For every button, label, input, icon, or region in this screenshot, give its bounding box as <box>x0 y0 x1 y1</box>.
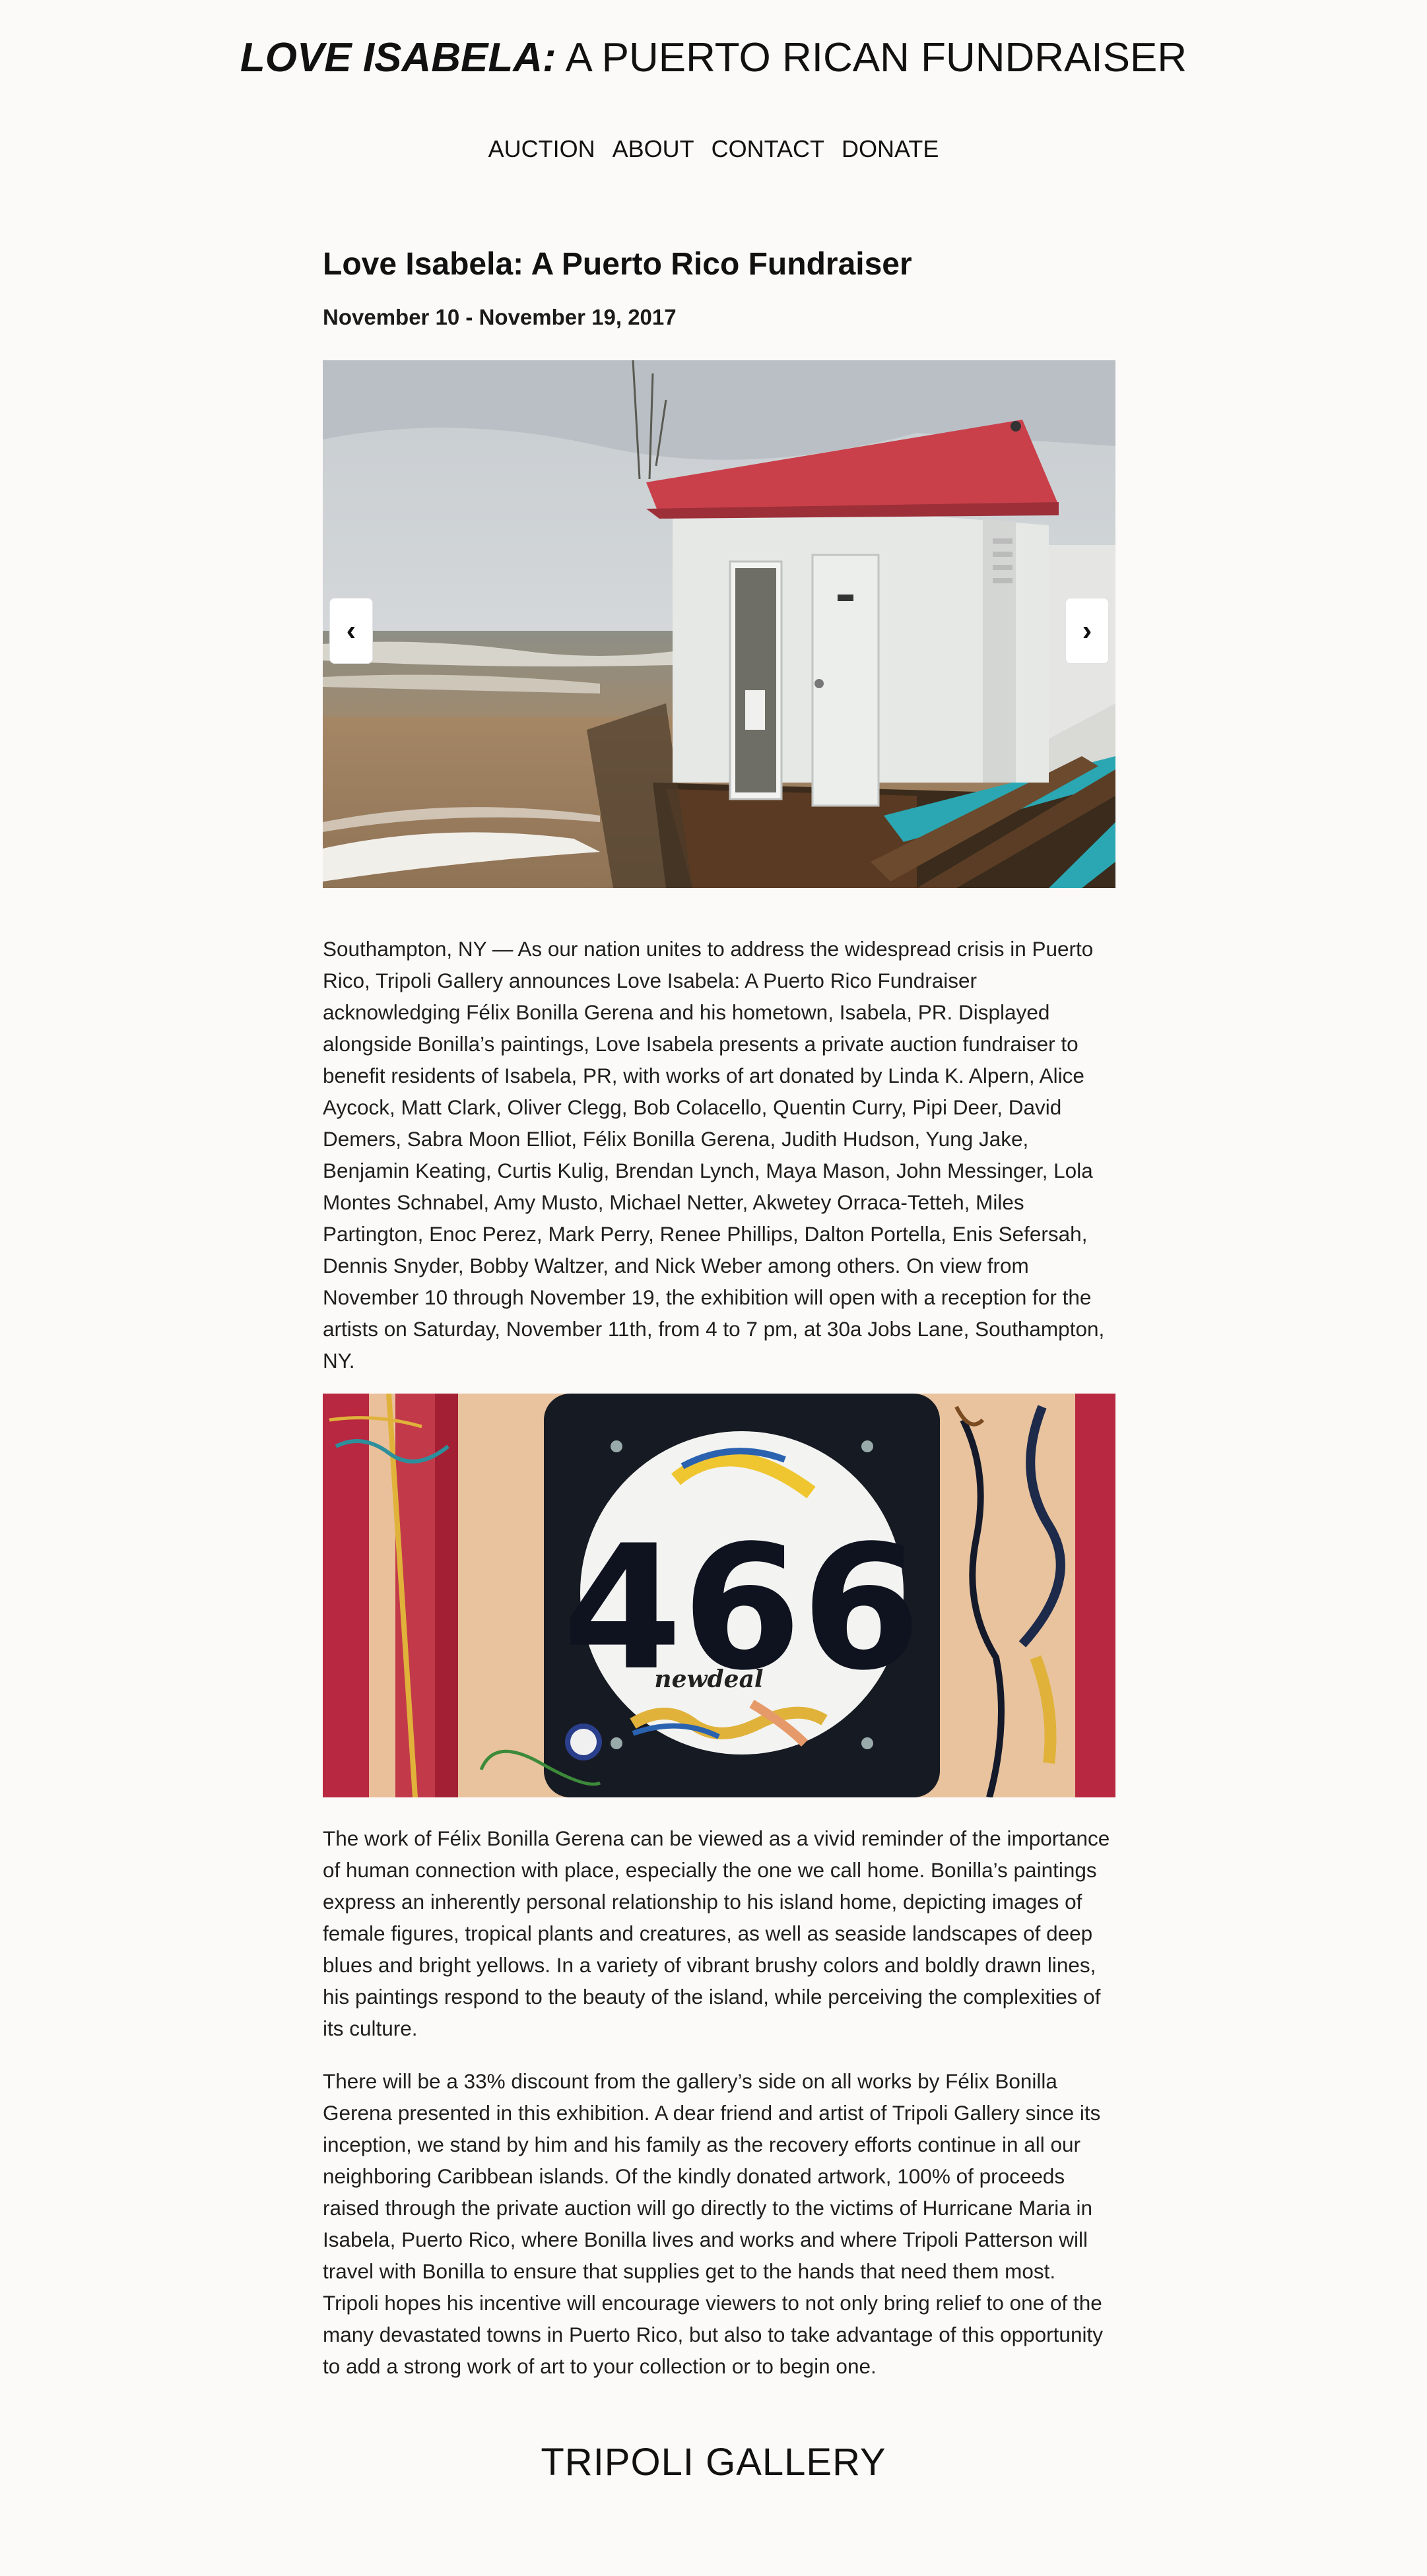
discount-paragraph: There will be a 33% discount from the ga… <box>323 2069 1103 2378</box>
slide-image-beach-bathroom <box>323 360 1115 888</box>
tripoli-gallery-logo[interactable]: TRIPOLI GALLERY <box>0 2441 1427 2484</box>
site-title[interactable]: LOVE ISABELA: A PUERTO RICAN FUNDRAISER <box>0 32 1427 84</box>
artist-paragraph: The work of Félix Bonilla Gerena can be … <box>323 1826 1110 2040</box>
nav-item-donate[interactable]: DONATE <box>842 135 939 162</box>
sign-sticker-text: newdeal <box>654 1665 763 1693</box>
sign-image: 466 newdeal <box>323 1394 1115 1797</box>
main-nav: AUCTION ABOUT CONTACT DONATE <box>0 133 1427 165</box>
site-title-strong: LOVE ISABELA: <box>240 35 556 80</box>
road-sign-painting: 466 newdeal <box>323 1394 1115 1797</box>
article: Love Isabela: A Puerto Rico Fundraiser N… <box>323 243 1115 2382</box>
intro-paragraph: Southampton, NY — As our nation unites t… <box>323 937 1105 1372</box>
image-slider[interactable]: ‹ › <box>323 360 1115 888</box>
slider-next-button[interactable]: › <box>1065 598 1109 664</box>
nav-item-about[interactable]: ABOUT <box>613 135 694 162</box>
slider-prev-button[interactable]: ‹ <box>329 598 373 664</box>
nav-item-contact[interactable]: CONTACT <box>712 135 824 162</box>
article-title: Love Isabela: A Puerto Rico Fundraiser <box>323 247 912 282</box>
site-title-light: A PUERTO RICAN FUNDRAISER <box>556 35 1187 80</box>
exhibition-dates: November 10 - November 19, 2017 <box>323 305 677 329</box>
nav-item-auction[interactable]: AUCTION <box>488 135 595 162</box>
